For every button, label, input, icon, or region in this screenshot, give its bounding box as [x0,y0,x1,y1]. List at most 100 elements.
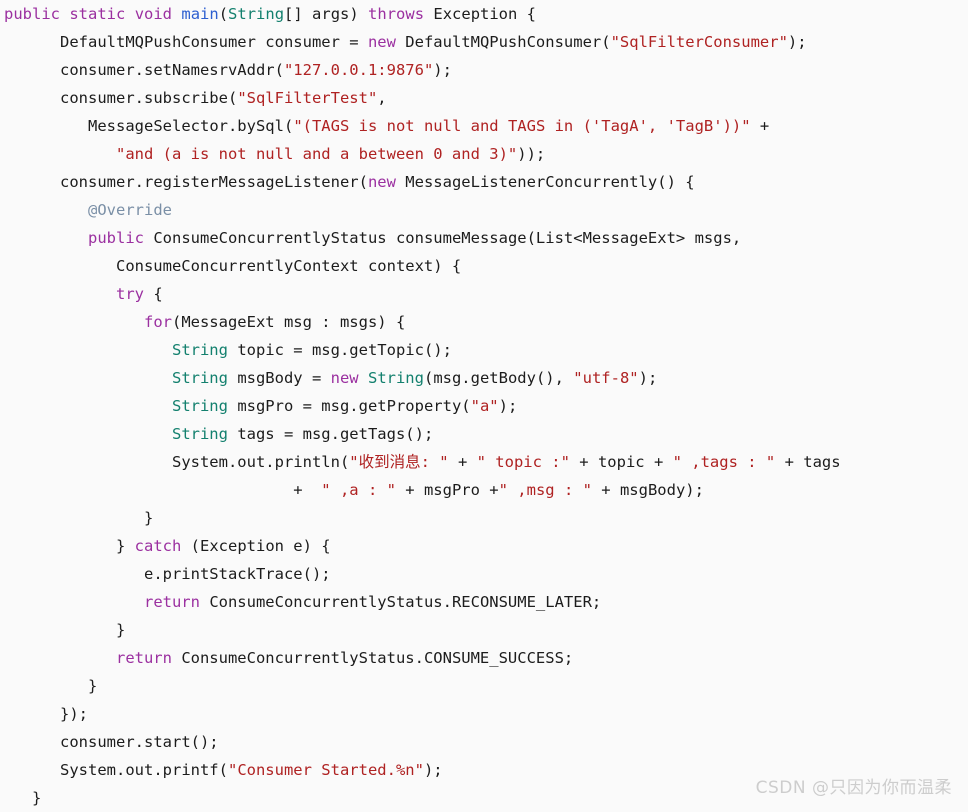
code-token-plain: msgBody = [227,369,331,387]
code-token-str: "127.0.0.1:9876" [283,61,434,79]
code-token-plain: (Exception e) { [181,537,331,555]
code-token-kw: try [115,285,144,303]
code-token-plain: tags = msg.getTags(); [227,425,434,443]
code-line: MessageSelector.bySql("(TAGS is not null… [0,112,968,140]
code-token-type: String [171,397,228,415]
code-token-str: " ,a : " [311,481,396,499]
code-token-str: " ,msg : " [498,481,592,499]
code-token-plain: ConsumeConcurrentlyStatus consumeMessage… [144,229,742,247]
code-token-plain: } [88,677,98,695]
code-token-ann: @Override [88,201,172,219]
code-token-str: "a" [470,397,499,415]
code-token-kw: static [69,5,126,23]
code-token-plain: { [143,285,163,303]
code-token-type: String [228,5,285,23]
code-line: DefaultMQPushConsumer consumer = new Def… [0,28,968,56]
code-token-kw: void [134,5,173,23]
code-token-kw: new [367,173,396,191]
code-token-plain: , [377,89,387,107]
code-token-plain: MessageListenerConcurrently() { [395,173,695,191]
code-token-str: "(TAGS is not null and TAGS in ('TagA', … [293,117,751,135]
code-token-plain: }); [60,705,88,723]
code-token-plain: topic = msg.getTopic(); [227,341,452,359]
code-line: @Override [0,196,968,224]
code-token-kw: return [115,649,172,667]
code-token-plain: ConsumeConcurrentlyStatus.RECONSUME_LATE… [199,593,602,611]
code-token-plain: + [448,453,477,471]
code-token-type: String [171,341,228,359]
code-line: + " ,a : " + msgPro +" ,msg : " + msgBod… [0,476,968,504]
code-line: } [0,504,968,532]
code-token-plain: )); [517,145,546,163]
code-token-str: "收到消息: " [349,453,449,471]
code-token-type: String [171,425,228,443]
code-line: consumer.setNamesrvAddr("127.0.0.1:9876"… [0,56,968,84]
code-line: String msgBody = new String(msg.getBody(… [0,364,968,392]
code-token-plain: (msg.getBody(), [423,369,574,387]
code-token-plain: } [115,621,126,639]
code-token-kw: return [143,593,200,611]
code-token-plain: + tags [775,453,841,471]
code-token-kw: public [88,229,144,247]
code-token-plain: ); [498,397,518,415]
code-token-plain: DefaultMQPushConsumer( [395,33,611,51]
code-token-str: " ,tags : " [672,453,776,471]
code-token-plain: ); [638,369,658,387]
code-token-plain: consumer.start(); [60,733,219,751]
code-line: return ConsumeConcurrentlyStatus.CONSUME… [0,644,968,672]
code-line: String msgPro = msg.getProperty("a"); [0,392,968,420]
code-token-plain: Exception { [424,5,537,23]
code-token-str: "SqlFilterTest" [237,89,378,107]
code-line: public static void main(String[] args) t… [0,0,968,28]
csdn-watermark: CSDN @只因为你而温柔 [755,778,952,798]
code-token-str: "utf-8" [573,369,639,387]
code-token-plain: System.out.println( [171,453,350,471]
code-token-str: "and (a is not null and a between 0 and … [115,145,518,163]
code-token-kw: new [367,33,396,51]
code-token-plain: e.printStackTrace(); [143,565,331,583]
code-token-plain: ConsumeConcurrentlyContext context) { [115,257,462,275]
code-line: public ConsumeConcurrentlyStatus consume… [0,224,968,252]
code-token-plain: } [143,509,154,527]
code-line: System.out.println("收到消息: " + " topic :"… [0,448,968,476]
code-line: for(MessageExt msg : msgs) { [0,308,968,336]
code-line: }); [0,700,968,728]
code-token-plain: (MessageExt msg : msgs) { [171,313,406,331]
code-token-type: String [171,369,228,387]
code-token-plain: } [115,537,135,555]
code-line: return ConsumeConcurrentlyStatus.RECONSU… [0,588,968,616]
code-token-plain: msgPro = msg.getProperty( [227,397,471,415]
code-token-kw: throws [368,5,425,23]
code-token-plain: DefaultMQPushConsumer consumer = [60,33,368,51]
code-token-plain: consumer.subscribe( [60,89,238,107]
code-line: consumer.start(); [0,728,968,756]
code-token-plain: consumer.setNamesrvAddr( [60,61,284,79]
code-token-fn: main [181,5,219,23]
code-token-plain: + [750,117,770,135]
code-token-kw: catch [134,537,182,555]
code-block[interactable]: public static void main(String[] args) t… [0,0,968,812]
code-line: "and (a is not null and a between 0 and … [0,140,968,168]
code-token-plain: ( [218,5,229,23]
